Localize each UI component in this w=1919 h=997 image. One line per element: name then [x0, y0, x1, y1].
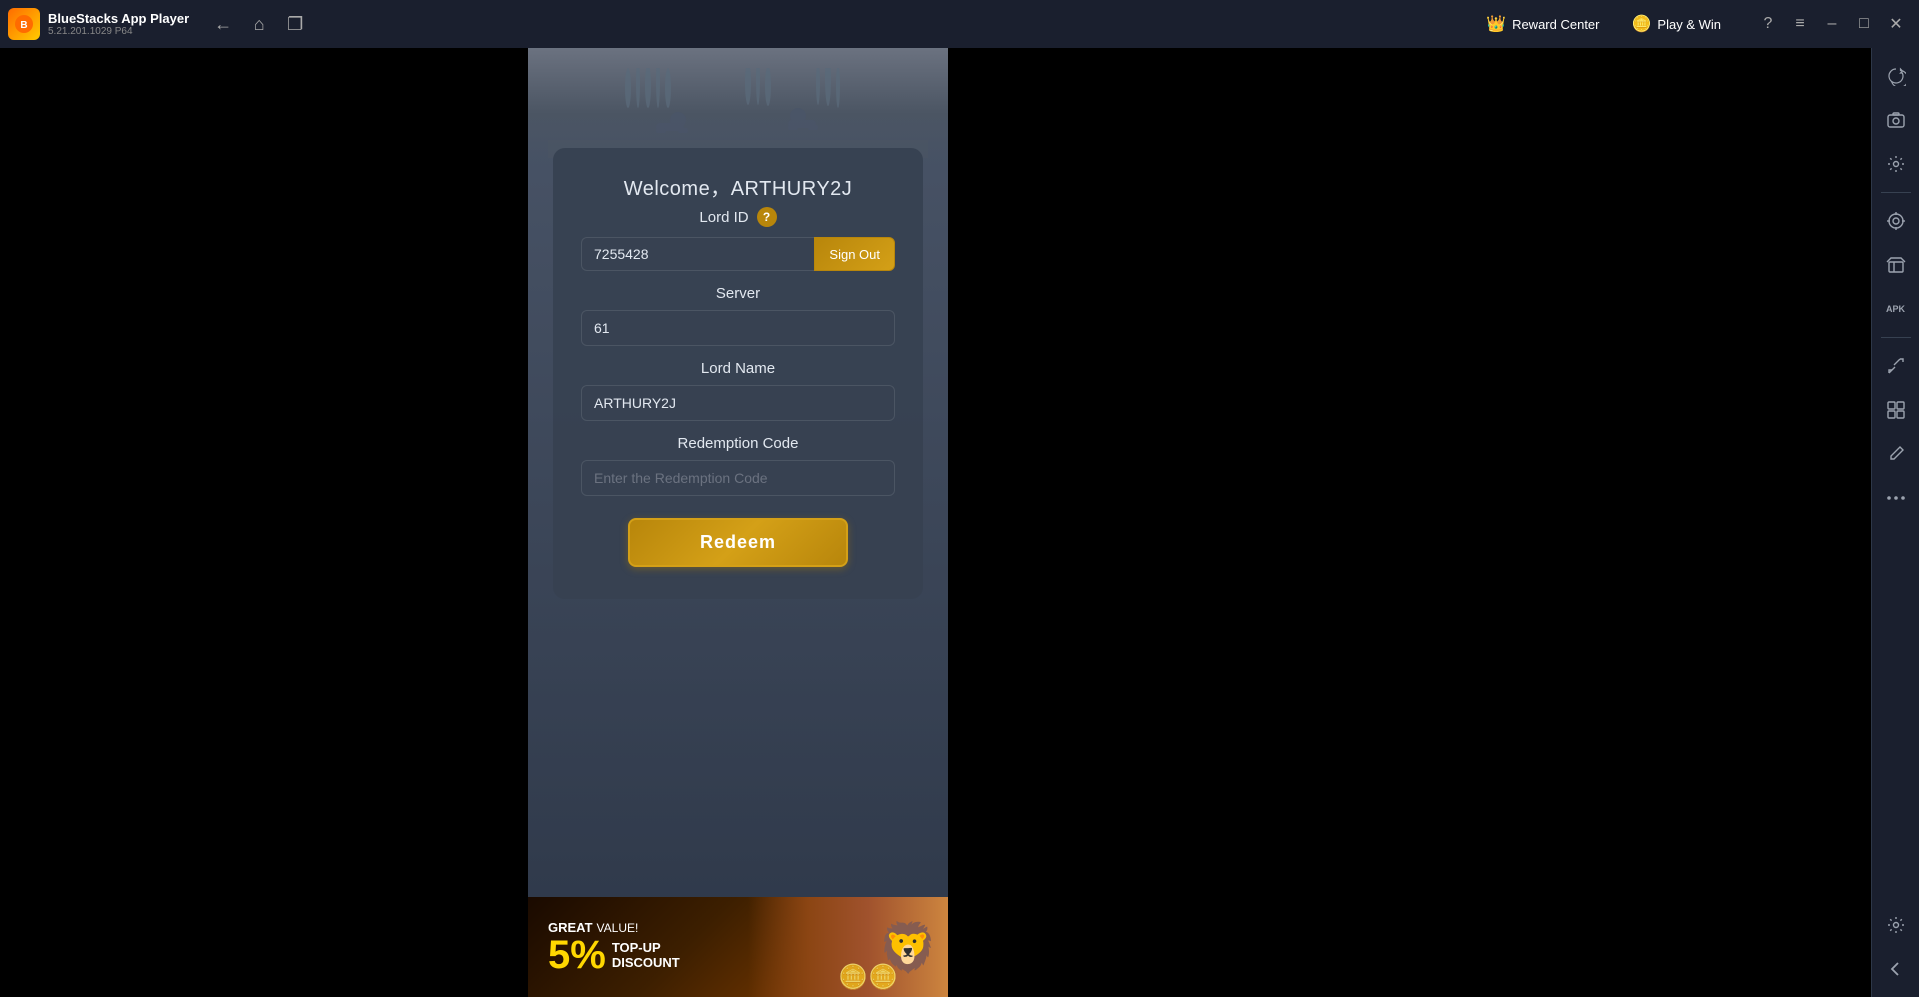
main-area: Welcome，ARTHURY2J Lord ID ? Sign Out Ser… — [0, 48, 1919, 997]
banner-discount: DISCOUNT — [612, 955, 680, 970]
sidebar-edit-button[interactable] — [1876, 434, 1916, 474]
multi-instance-button[interactable]: ❐ — [279, 8, 311, 40]
titlebar-right: 👑 Reward Center 🪙 Play & Win ? ≡ – □ ✕ — [1478, 9, 1911, 39]
play-win-button[interactable]: 🪙 Play & Win — [1624, 10, 1730, 38]
lord-id-row: Lord ID ? — [699, 207, 776, 227]
lord-name-input — [581, 385, 895, 421]
server-input — [581, 310, 895, 346]
titlebar: B BlueStacks App Player 5.21.201.1029 P6… — [0, 0, 1919, 48]
back-button[interactable]: ← — [207, 8, 239, 40]
redemption-card: Welcome，ARTHURY2J Lord ID ? Sign Out Ser… — [553, 148, 923, 599]
minimize-button[interactable]: – — [1817, 9, 1847, 39]
center-panel: Welcome，ARTHURY2J Lord ID ? Sign Out Ser… — [528, 48, 948, 997]
lord-id-label: Lord ID — [699, 209, 748, 226]
sidebar-divider-2 — [1881, 337, 1911, 338]
sign-out-button[interactable]: Sign Out — [814, 237, 895, 271]
close-button[interactable]: ✕ — [1881, 9, 1911, 39]
sidebar-bottom-settings-button[interactable] — [1876, 905, 1916, 945]
left-panel — [0, 48, 528, 997]
banner-percent: 5% — [548, 935, 606, 975]
redemption-code-input[interactable] — [581, 460, 895, 496]
reward-center-label: Reward Center — [1512, 17, 1599, 32]
promo-banner[interactable]: GREAT VALUE! 5% TOP-UP DISCOUNT 🦁 🪙🪙 — [528, 897, 948, 997]
sidebar-rotate-button[interactable] — [1876, 56, 1916, 96]
redeem-button[interactable]: Redeem — [628, 518, 848, 567]
sidebar-more-button[interactable] — [1876, 478, 1916, 518]
sidebar-resize-button[interactable] — [1876, 346, 1916, 386]
play-win-label: Play & Win — [1657, 17, 1721, 32]
titlebar-actions: ? ≡ – □ ✕ — [1753, 9, 1911, 39]
banner-text: GREAT VALUE! 5% TOP-UP DISCOUNT — [548, 920, 680, 975]
banner-topup: TOP-UP — [612, 940, 680, 955]
titlebar-nav: ← ⌂ ❐ — [207, 8, 311, 40]
lord-name-label: Lord Name — [701, 360, 775, 377]
lord-id-input-row: Sign Out — [581, 237, 895, 271]
sidebar-divider-1 — [1881, 192, 1911, 193]
crown-icon: 👑 — [1486, 14, 1506, 34]
sidebar: APK — [1871, 48, 1919, 997]
titlebar-left: B BlueStacks App Player 5.21.201.1029 P6… — [8, 8, 311, 40]
lord-id-input[interactable] — [581, 237, 814, 271]
welcome-text: Welcome，ARTHURY2J — [624, 172, 853, 201]
sidebar-screenshot-button[interactable] — [1876, 100, 1916, 140]
svg-text:B: B — [20, 20, 27, 31]
lord-id-help-icon[interactable]: ? — [757, 207, 777, 227]
sidebar-back-button[interactable] — [1876, 949, 1916, 989]
top-decoration — [528, 48, 948, 158]
content-row: Welcome，ARTHURY2J Lord ID ? Sign Out Ser… — [0, 48, 1919, 997]
sidebar-package-button[interactable] — [1876, 245, 1916, 285]
banner-coins-decoration: 🪙🪙 — [838, 963, 898, 992]
right-game-area — [948, 48, 1871, 997]
app-title-group: BlueStacks App Player 5.21.201.1029 P64 — [48, 11, 189, 37]
maximize-button[interactable]: □ — [1849, 9, 1879, 39]
app-version: 5.21.201.1029 P64 — [48, 26, 189, 37]
reward-center-button[interactable]: 👑 Reward Center — [1478, 10, 1607, 38]
server-label: Server — [716, 285, 760, 302]
sidebar-apk-button[interactable]: APK — [1876, 289, 1916, 329]
app-title: BlueStacks App Player — [48, 11, 189, 26]
app-logo: B — [8, 8, 40, 40]
sidebar-settings-button[interactable] — [1876, 144, 1916, 184]
sidebar-target-button[interactable] — [1876, 201, 1916, 241]
coin-icon: 🪙 — [1632, 14, 1652, 34]
menu-button[interactable]: ≡ — [1785, 9, 1815, 39]
redemption-code-label: Redemption Code — [678, 435, 799, 452]
home-button[interactable]: ⌂ — [243, 8, 275, 40]
sidebar-multi-button[interactable] — [1876, 390, 1916, 430]
help-button[interactable]: ? — [1753, 9, 1783, 39]
